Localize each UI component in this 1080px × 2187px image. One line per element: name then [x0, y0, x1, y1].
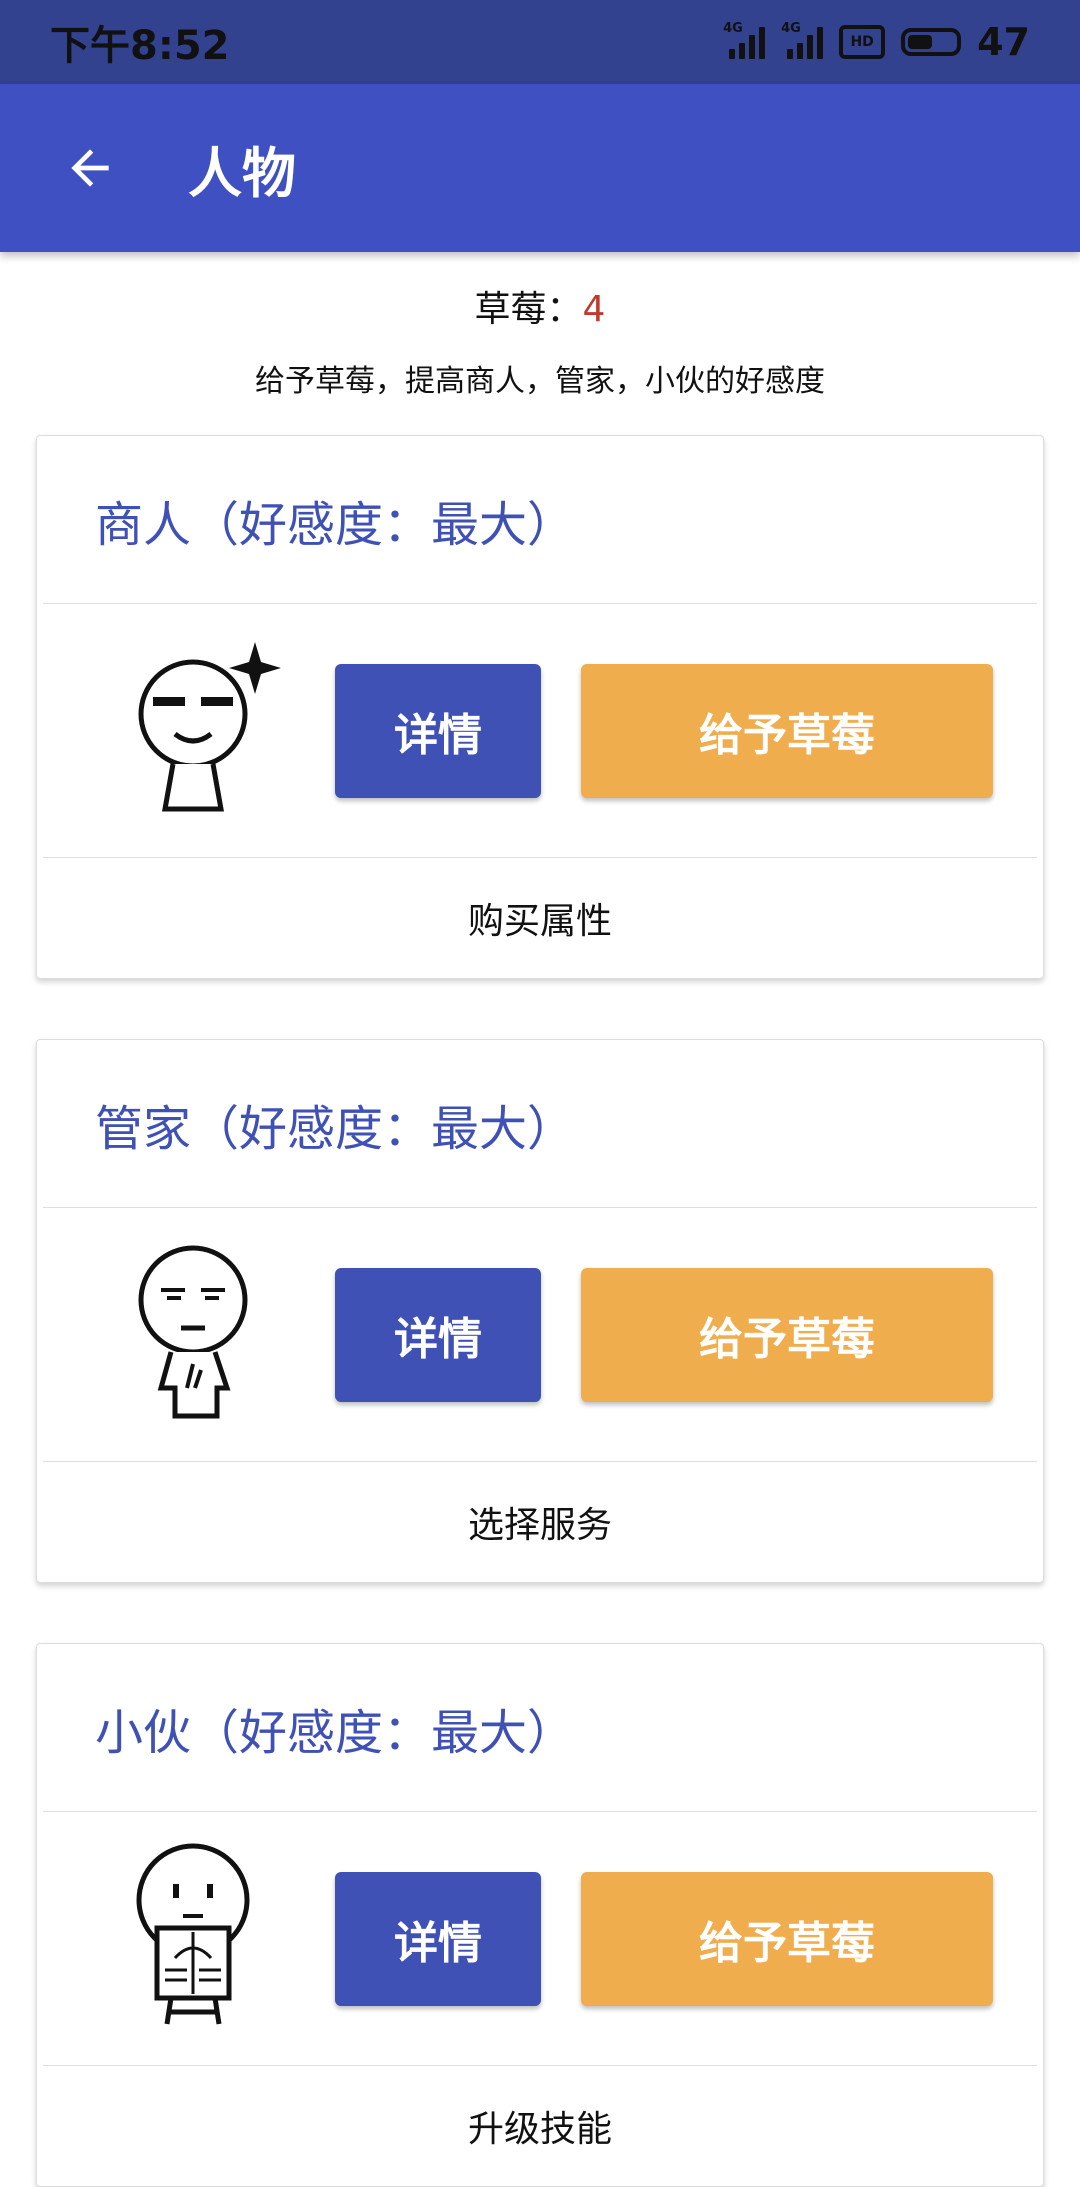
- buy-attributes-button[interactable]: 购买属性: [37, 858, 1043, 978]
- upgrade-skills-button[interactable]: 升级技能: [37, 2066, 1043, 2186]
- signal-icon: 4G: [723, 21, 766, 59]
- select-service-button[interactable]: 选择服务: [37, 1462, 1043, 1582]
- page-title: 人物: [188, 141, 296, 205]
- status-time: 下午8:52: [50, 23, 230, 69]
- lad-avatar: [136, 1843, 250, 2025]
- strawberry-label: 草莓：: [474, 289, 583, 330]
- strawberry-count: 4: [582, 289, 606, 330]
- give-strawberry-button[interactable]: 给予草莓: [581, 664, 993, 798]
- strawberry-count-line: 草莓：4: [0, 280, 1080, 332]
- summary-description: 给予草莓，提高商人，管家，小伙的好感度: [255, 364, 825, 399]
- butler-avatar: [138, 1245, 248, 1419]
- character-card-lad: 小伙（好感度：最大） 详情 给予草莓 升级技能: [36, 1643, 1044, 2187]
- signal-icon-2: 4G: [781, 21, 824, 59]
- details-button[interactable]: 详情: [335, 1268, 541, 1402]
- card-title: 小伙（好感度：最大）: [95, 1704, 576, 1761]
- merchant-avatar: [138, 642, 281, 812]
- status-bar: 下午8:52 4G 4G HD 47: [0, 0, 1080, 84]
- back-button[interactable]: [40, 118, 140, 218]
- status-icons: 4G 4G HD 47: [723, 20, 1030, 64]
- arrow-left-icon: [71, 149, 109, 187]
- battery-level: 47: [977, 20, 1030, 64]
- give-strawberry-button[interactable]: 给予草莓: [581, 1872, 993, 2006]
- character-card-butler: 管家（好感度：最大） 详情 给予草莓 选择服务: [36, 1039, 1044, 1583]
- app-bar: 人物: [0, 84, 1080, 252]
- details-button[interactable]: 详情: [335, 664, 541, 798]
- hd-voice-icon: HD: [839, 25, 886, 59]
- card-title: 管家（好感度：最大）: [95, 1100, 576, 1157]
- card-title: 商人（好感度：最大）: [95, 496, 576, 553]
- strawberry-summary: 草莓：4 给予草莓，提高商人，管家，小伙的好感度: [0, 280, 1080, 400]
- details-button[interactable]: 详情: [335, 1872, 541, 2006]
- battery-icon: [901, 28, 962, 56]
- character-card-merchant: 商人（好感度：最大） 详情 给予草莓 购买属性: [36, 435, 1044, 979]
- give-strawberry-button[interactable]: 给予草莓: [581, 1268, 993, 1402]
